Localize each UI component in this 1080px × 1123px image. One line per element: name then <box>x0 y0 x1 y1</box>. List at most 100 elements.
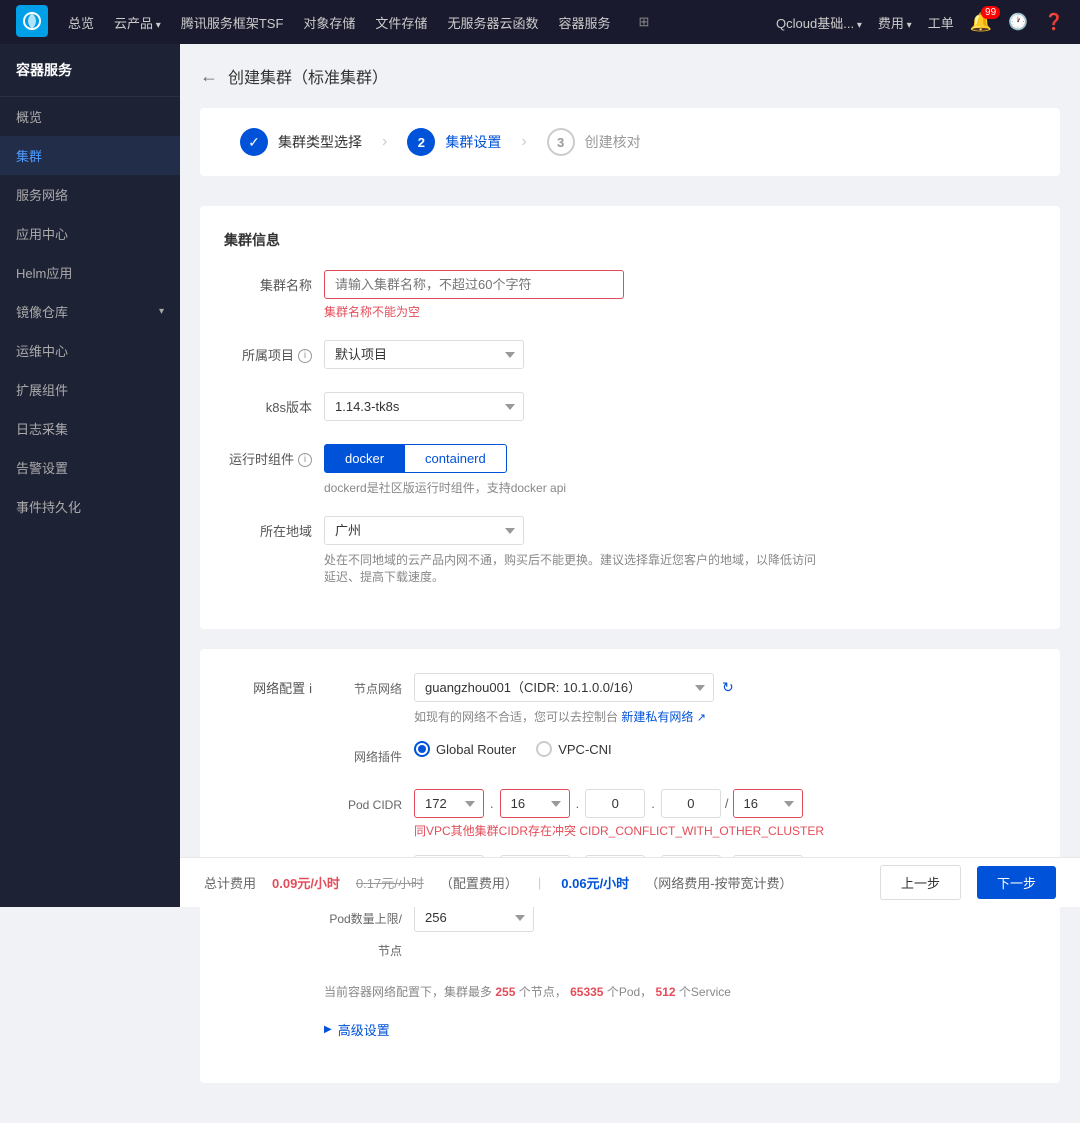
refresh-network-icon[interactable]: ↻ <box>722 679 734 696</box>
cost-label: 总计费用 <box>204 873 256 892</box>
sidebar-label-helm: Helm应用 <box>16 263 72 282</box>
network-info-icon[interactable]: i <box>309 673 312 705</box>
cost-value: 0.09元/小时 <box>272 873 340 892</box>
pod-cidr-conflict-error: 同VPC其他集群CIDR存在冲突 CIDR_CONFLICT_WITH_OTHE… <box>414 822 824 839</box>
nav-more-icon[interactable]: ⊞ <box>638 14 649 30</box>
bottom-bar: 总计费用 0.09元/小时 0.17元/小时 （配置费用） | 0.06元/小时… <box>180 857 1080 907</box>
nav-tools[interactable]: 工单 <box>928 13 954 32</box>
sidebar-item-overview[interactable]: 概览 <box>0 97 180 136</box>
step-1: ✓ 集群类型选择 <box>240 128 362 156</box>
project-select[interactable]: 默认项目 <box>324 340 524 369</box>
pod-cidr-third-input[interactable]: 0 <box>585 789 645 818</box>
network-plugin-label: 网络插件 <box>324 741 414 773</box>
cost-original: 0.17元/小时 <box>356 873 424 892</box>
runtime-info-icon[interactable]: i <box>298 453 312 467</box>
summary-nodes: 255 <box>495 985 515 999</box>
step-2: 2 集群设置 <box>407 128 501 156</box>
network-config-row: 网络配置 i 节点网络 guangzhou001（CIDR: 10.1.0.0/… <box>224 673 1036 1000</box>
pod-cidr-first-select-wrapper: 172 <box>414 789 484 818</box>
k8s-version-select[interactable]: 1.14.3-tk8s <box>324 392 524 421</box>
pod-cidr-inputs: 172 . 16 . 0 . 0 <box>414 789 824 818</box>
pod-cidr-fifth-select[interactable]: 16 <box>733 789 803 818</box>
k8s-version-select-wrapper: 1.14.3-tk8s <box>324 392 524 421</box>
nav-qcloud[interactable]: Qcloud基础... <box>776 13 862 32</box>
cluster-info-card: 集群信息 集群名称 集群名称不能为空 所属项目 i 默认项目 <box>200 206 1060 629</box>
next-step-button[interactable]: 下一步 <box>977 866 1056 899</box>
sidebar-label-registry: 镜像仓库 <box>16 302 68 321</box>
pod-cidr-second-select[interactable]: 16 <box>500 789 570 818</box>
project-control: 默认项目 <box>324 340 824 369</box>
radio-global-router[interactable]: Global Router <box>414 741 516 757</box>
pod-cidr-row: Pod CIDR 172 . 16 <box>324 789 1036 839</box>
cidr-dot-3: . <box>649 796 657 811</box>
chevron-down-icon: ▾ <box>159 306 164 317</box>
region-select-wrapper: 广州 <box>324 516 524 545</box>
sidebar-label-overview: 概览 <box>16 107 42 126</box>
sidebar-item-log[interactable]: 日志采集 <box>0 409 180 448</box>
pod-cidr-control: 172 . 16 . 0 . 0 <box>414 789 824 839</box>
help-icon[interactable]: ❓ <box>1044 12 1064 32</box>
nav-container-service[interactable]: 容器服务 <box>558 13 610 32</box>
pod-cidr-fourth-input[interactable]: 0 <box>661 789 721 818</box>
project-select-wrapper: 默认项目 <box>324 340 524 369</box>
runtime-docker-btn[interactable]: docker <box>324 444 405 473</box>
create-vpc-link[interactable]: 新建私有网络 <box>621 710 693 724</box>
sidebar: 容器服务 概览 集群 服务网络 应用中心 Helm应用 镜像仓库 ▾ 运维中心 … <box>0 44 180 907</box>
sidebar-item-events[interactable]: 事件持久化 <box>0 487 180 526</box>
summary-services: 512 <box>656 985 676 999</box>
nav-serverless[interactable]: 无服务器云函数 <box>447 13 538 32</box>
clock-icon[interactable]: 🕐 <box>1008 12 1028 32</box>
sidebar-item-service-network[interactable]: 服务网络 <box>0 175 180 214</box>
notification-bell[interactable]: 🔔 99 <box>970 12 992 33</box>
region-select[interactable]: 广州 <box>324 516 524 545</box>
right-nav: Qcloud基础... 费用 工单 🔔 99 🕐 ❓ <box>776 12 1064 33</box>
project-row: 所属项目 i 默认项目 <box>224 340 1036 372</box>
node-network-wrapper: guangzhou001（CIDR: 10.1.0.0/16） ↻ <box>414 673 734 702</box>
sidebar-item-alarm[interactable]: 告警设置 <box>0 448 180 487</box>
radio-global-router-circle <box>414 741 430 757</box>
region-row: 所在地域 广州 处在不同地域的云产品内网不通，购买后不能更换。建议选择靠近您客户… <box>224 516 1036 585</box>
runtime-containerd-btn[interactable]: containerd <box>405 444 507 473</box>
node-network-select[interactable]: guangzhou001（CIDR: 10.1.0.0/16） <box>414 673 714 702</box>
step-3-circle: 3 <box>547 128 575 156</box>
nav-object-storage[interactable]: 对象存储 <box>303 13 355 32</box>
step-2-circle: 2 <box>407 128 435 156</box>
cost-network-label: （网络费用-按带宽计费） <box>645 873 792 892</box>
cluster-name-input[interactable] <box>324 270 624 299</box>
pod-limit-row: Pod数量上限/节点 256 <box>324 903 1036 967</box>
sidebar-label-app-center: 应用中心 <box>16 224 68 243</box>
sidebar-item-ops[interactable]: 运维中心 <box>0 331 180 370</box>
step-1-circle: ✓ <box>240 128 268 156</box>
sidebar-item-registry[interactable]: 镜像仓库 ▾ <box>0 292 180 331</box>
sidebar-item-cluster[interactable]: 集群 <box>0 136 180 175</box>
project-info-icon[interactable]: i <box>298 349 312 363</box>
nav-overview[interactable]: 总览 <box>68 13 94 32</box>
radio-vpc-cni[interactable]: VPC-CNI <box>536 741 611 757</box>
region-hint: 处在不同地域的云产品内网不通，购买后不能更换。建议选择靠近您客户的地域，以降低访… <box>324 551 824 585</box>
advanced-triangle-icon: ▶ <box>324 1024 332 1035</box>
nav-file-storage[interactable]: 文件存储 <box>375 13 427 32</box>
sidebar-item-app-center[interactable]: 应用中心 <box>0 214 180 253</box>
pod-cidr-first-select[interactable]: 172 <box>414 789 484 818</box>
sidebar-label-service-network: 服务网络 <box>16 185 68 204</box>
sidebar-label-log: 日志采集 <box>16 419 68 438</box>
cluster-name-error: 集群名称不能为空 <box>324 303 824 320</box>
pod-limit-select[interactable]: 256 <box>414 903 534 932</box>
step-2-label: 集群设置 <box>445 132 501 152</box>
page-header: ← 创建集群（标准集群） <box>200 64 1060 88</box>
sidebar-label-events: 事件持久化 <box>16 497 81 516</box>
sidebar-label-extensions: 扩展组件 <box>16 380 68 399</box>
back-button[interactable]: ← <box>200 66 218 87</box>
runtime-toggle-group: docker containerd <box>324 444 824 473</box>
nav-billing[interactable]: 费用 <box>878 13 912 32</box>
sidebar-item-helm[interactable]: Helm应用 <box>0 253 180 292</box>
cidr-dot-2: . <box>574 796 582 811</box>
back-step-button[interactable]: 上一步 <box>880 865 961 900</box>
nav-tsf[interactable]: 腾讯服务框架TSF <box>181 13 284 32</box>
advanced-toggle[interactable]: ▶ 高级设置 <box>324 1020 390 1039</box>
sidebar-item-extensions[interactable]: 扩展组件 <box>0 370 180 409</box>
nav-cloud-products[interactable]: 云产品 <box>114 13 161 32</box>
advanced-row: ▶ 高级设置 <box>224 1020 1036 1039</box>
runtime-row: 运行时组件 i docker containerd dockerd是社区版运行时… <box>224 444 1036 496</box>
cost-network-value: 0.06元/小时 <box>561 873 629 892</box>
